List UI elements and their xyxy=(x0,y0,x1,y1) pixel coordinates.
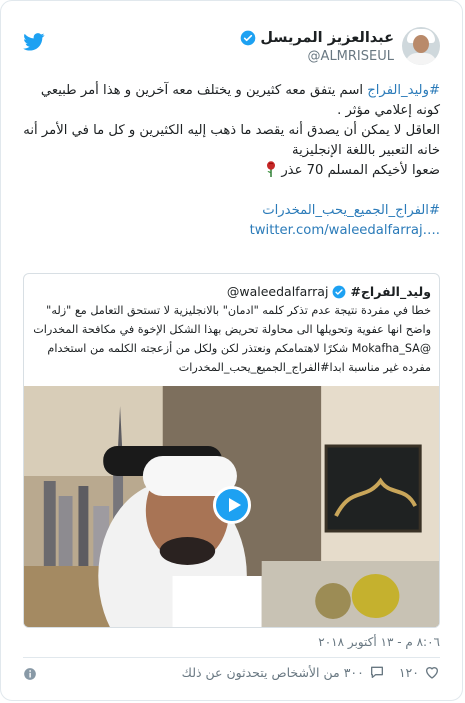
tweet-paragraph-3: ضعوا لأخيكم المسلم 70 عذر xyxy=(19,161,440,181)
tweet-text-line2: العاقل لا يمكن أن يصدق أنه يقصد ما ذهب إ… xyxy=(23,123,440,158)
quoted-verified-badge-icon xyxy=(333,285,346,298)
heart-icon xyxy=(425,667,439,679)
speech-bubble-icon xyxy=(370,666,383,678)
info-icon[interactable] xyxy=(23,667,37,681)
tweet-timestamp[interactable]: ٨:٠٦ م - ١٣ أكتوبر ٢٠١٨ xyxy=(318,635,440,649)
author-name-row[interactable]: عبدالعزيز المريسل xyxy=(240,30,394,46)
like-count: ١٢٠ xyxy=(398,664,419,680)
embedded-tweet-card: عبدالعزيز المريسل @ALMRISEUL #وليد_الفرا… xyxy=(0,0,463,701)
hashtag-link-2[interactable]: #الفراج_الجميع_يحب_المخدرات xyxy=(262,203,440,218)
tweet-text-line3: ضعوا لأخيكم المسلم 70 عذر xyxy=(281,163,440,178)
user-avatar[interactable] xyxy=(402,27,440,65)
hashtag-link[interactable]: #وليد_الفراج xyxy=(367,83,440,98)
tweet-url-link[interactable]: twitter.com/waleedalfarraj…. xyxy=(250,223,440,238)
video-thumbnail[interactable] xyxy=(24,386,439,627)
quoted-author-name[interactable]: وليد_الفراج# xyxy=(350,284,431,299)
quoted-text: خطا في مفردة نتيجة عدم تذكر كلمه "ادمان"… xyxy=(32,301,431,377)
rose-emoji-icon xyxy=(267,161,276,177)
tweet-paragraph-1: #وليد_الفراج اسم يتفق معه كثيرين و يختلف… xyxy=(19,81,440,121)
talking-count: ٣٠٠ من الأشخاص يتحدثون عن ذلك xyxy=(181,664,364,680)
divider xyxy=(23,657,440,658)
quoted-text-1: خطا في مفردة نتيجة عدم تذكر كلمه "ادمان"… xyxy=(33,304,431,336)
play-button[interactable] xyxy=(213,486,251,524)
like-action[interactable]: ١٢٠ xyxy=(399,664,440,680)
quoted-author-row[interactable]: وليد_الفراج# @waleedalfarraj xyxy=(227,284,431,299)
tweet-actions: ١٢٠ ٣٠٠ من الأشخاص يتحدثون عن ذلك xyxy=(182,664,440,680)
tweet-text: #وليد_الفراج اسم يتفق معه كثيرين و يختلف… xyxy=(19,81,440,241)
verified-badge-icon xyxy=(241,30,256,46)
tweet-paragraph-4: #الفراج_الجميع_يحب_المخدرات xyxy=(19,201,440,221)
twitter-bird-icon[interactable] xyxy=(23,33,45,51)
author-handle[interactable]: @ALMRISEUL xyxy=(308,49,394,64)
quoted-author-handle[interactable]: @waleedalfarraj xyxy=(227,284,329,299)
author-name[interactable]: عبدالعزيز المريسل xyxy=(260,30,394,46)
quoted-tweet[interactable]: وليد_الفراج# @waleedalfarraj خطا في مفرد… xyxy=(23,273,440,628)
conversation-action[interactable]: ٣٠٠ من الأشخاص يتحدثون عن ذلك xyxy=(182,664,385,680)
tweet-paragraph-5: twitter.com/waleedalfarraj…. xyxy=(19,221,440,241)
quoted-text-2: @Mokafha_SA شكرًا لاهتمامكم ونعتذر لكن و… xyxy=(47,342,431,374)
